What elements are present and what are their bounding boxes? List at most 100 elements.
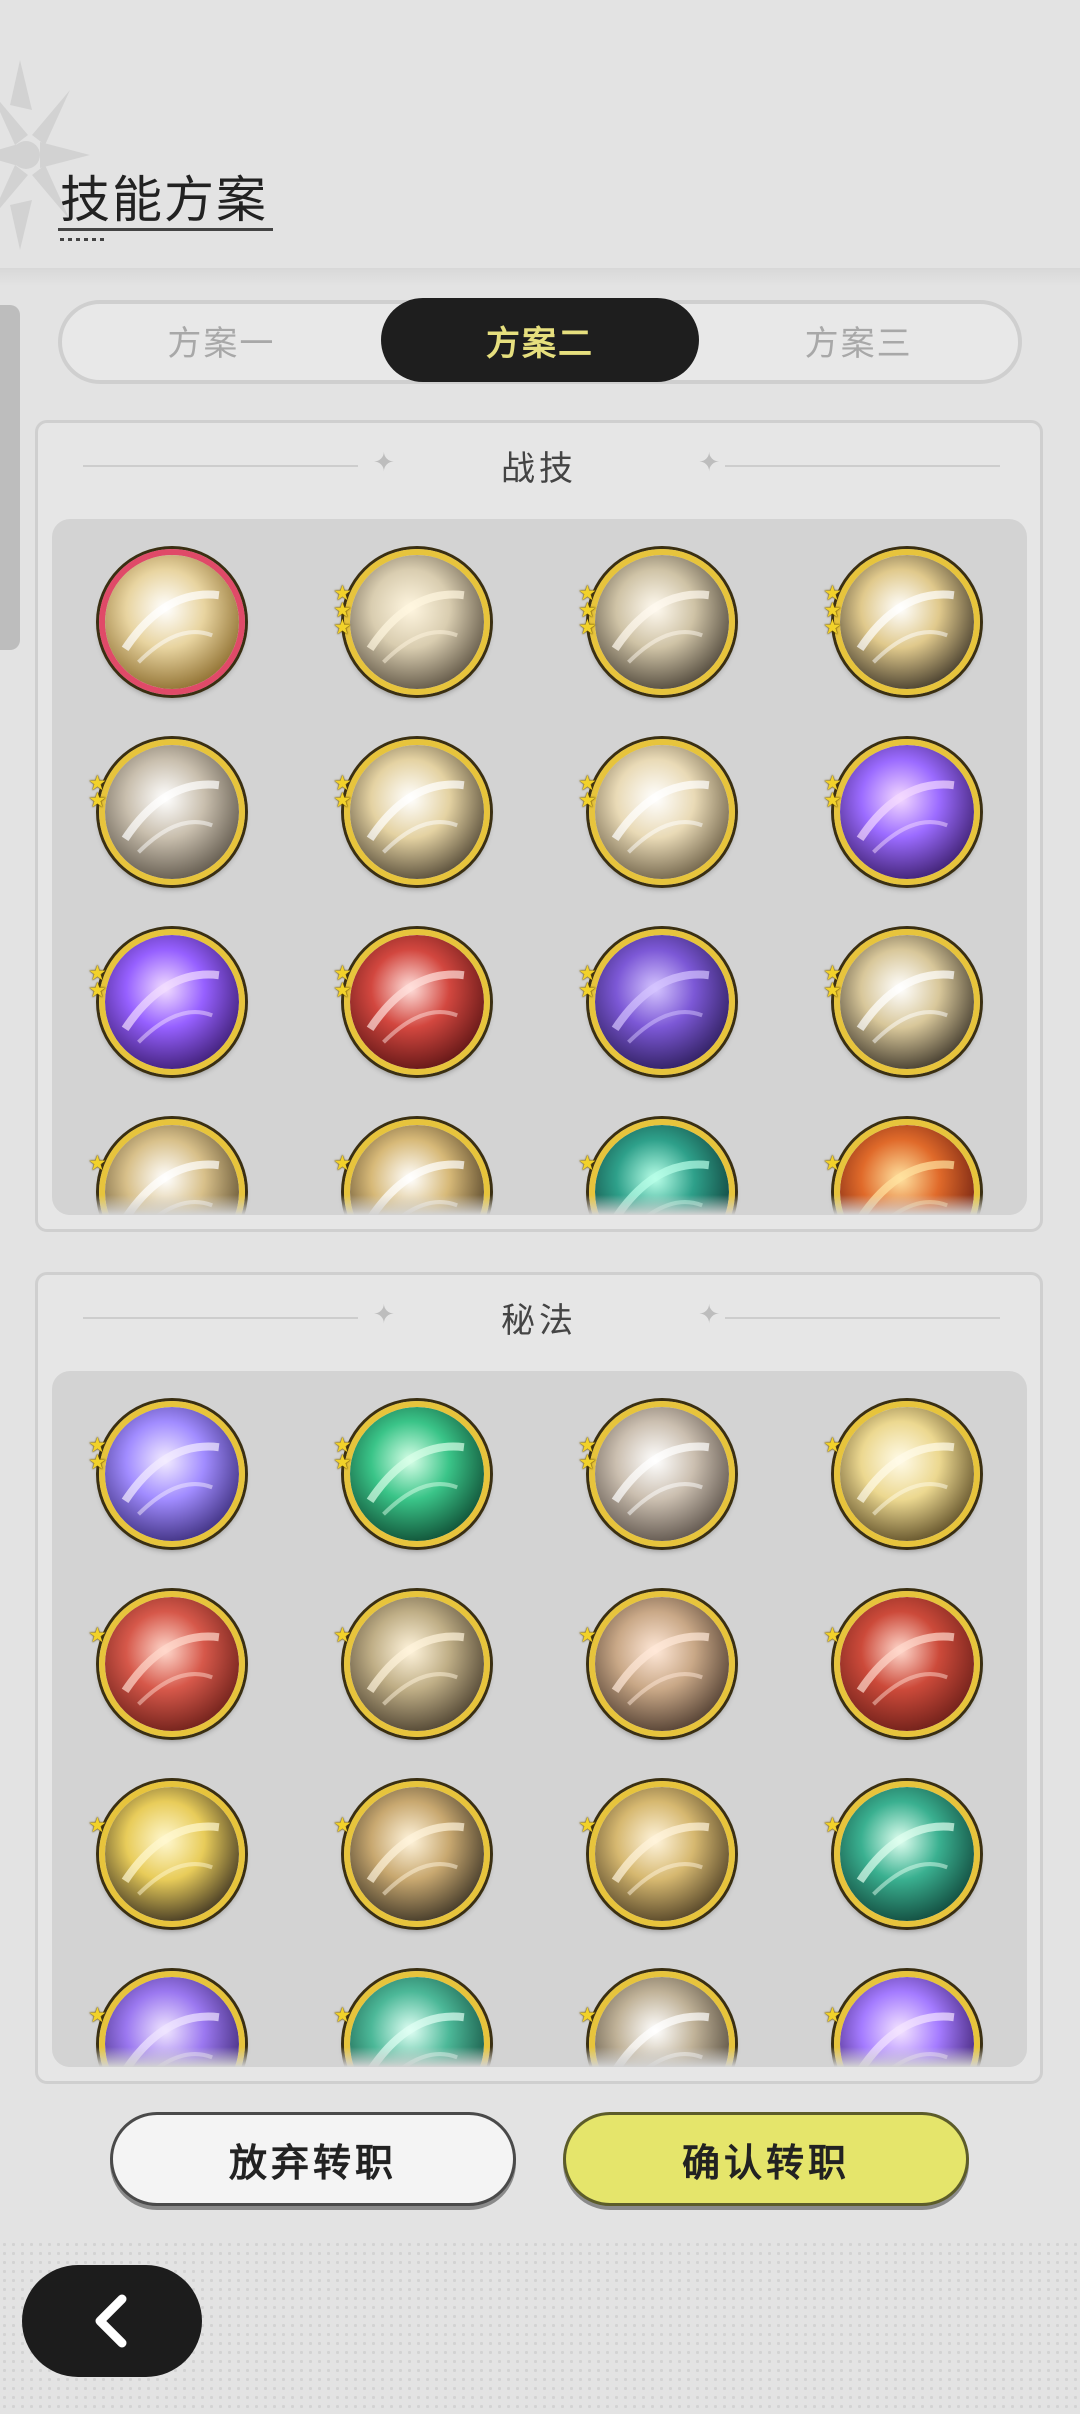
combat-skill-slot[interactable]: ★ ★ xyxy=(297,739,542,929)
star-rank-icon: ★ xyxy=(88,1623,107,1647)
secret-art-slot[interactable]: ★ ★ xyxy=(52,1401,297,1591)
plan-tab-bar: 方案一 方案二 方案三 xyxy=(58,298,1022,384)
secret-art-slot[interactable]: ★ ★ xyxy=(297,1401,542,1591)
star-rank-icon: ★ ★ xyxy=(578,961,597,1002)
star-rank-icon: ★ ★ xyxy=(578,771,597,812)
page-title: 技能方案 xyxy=(60,171,268,229)
title-dots xyxy=(60,238,106,241)
star-rank-icon: ★ ★ ★ xyxy=(578,581,597,639)
back-button[interactable] xyxy=(22,2265,202,2377)
combat-skill-slot[interactable]: ★ ★ xyxy=(297,929,542,1119)
combat-skill-slot[interactable]: ★ ★ xyxy=(787,929,1027,1119)
panel-title: 秘法 xyxy=(501,1300,577,1341)
star-rank-icon: ★ xyxy=(88,1813,107,1837)
secret-art-slot[interactable]: ★ xyxy=(787,1781,1027,1971)
star-rank-icon: ★ xyxy=(88,2003,107,2027)
afterimage-dash-skill-icon xyxy=(99,739,245,885)
shadow-claw-skill-icon xyxy=(589,929,735,1075)
all-seeing-eye-icon xyxy=(834,1401,980,1547)
combat-skill-slot[interactable]: ★ ★ xyxy=(52,739,297,929)
star-rank-icon: ★ ★ ★ xyxy=(823,581,842,639)
star-rank-icon: ★ xyxy=(823,1813,842,1837)
star-rank-icon: ★ ★ xyxy=(823,961,842,1002)
green-heart-icon xyxy=(834,1781,980,1927)
side-drawer-handle[interactable] xyxy=(0,305,20,650)
skill-scroll-area[interactable]: ★ ★ ★ ★ ★ ★ ★ ★ ★ ★ ★ ★ ★ ★ ★ ★ ★ ★ ★ ★ … xyxy=(52,519,1027,1215)
sparkle-icon: ✦ xyxy=(698,448,720,478)
star-rank-icon: ★ ★ xyxy=(333,1433,352,1474)
secret-arts-panel: ✦ 秘法 ✦ ★ ★ ★ ★ ★ ★ ★ ★ ★ ★ ★ ★ ★ ★ ★ ★ ★… xyxy=(35,1272,1043,2084)
sparkle-icon: ✦ xyxy=(373,448,395,478)
wind-slash-skill-icon xyxy=(344,549,490,695)
divider-line xyxy=(83,1317,358,1319)
secret-art-slot[interactable]: ★ xyxy=(542,1591,787,1781)
star-rank-icon: ★ ★ xyxy=(88,961,107,1002)
star-rank-icon: ★ xyxy=(823,1151,842,1175)
star-rank-icon: ★ xyxy=(333,1151,352,1175)
secret-art-slot[interactable]: ★ xyxy=(542,1781,787,1971)
combat-skill-slot[interactable]: ★ ★ ★ xyxy=(787,549,1027,739)
skill-grid: ★ ★ ★ ★ ★ ★ ★ ★ ★ ★ ★ ★ ★ ★ ★ ★ ★ ★ ★ ★ … xyxy=(52,519,1027,1215)
whirlwind-skill-icon xyxy=(589,739,735,885)
divider-line xyxy=(83,465,358,467)
secret-art-slot[interactable]: ★ xyxy=(52,1781,297,1971)
blade-strike-skill-icon xyxy=(834,549,980,695)
star-rank-icon: ★ ★ xyxy=(88,1433,107,1474)
star-rank-icon: ★ xyxy=(823,1433,842,1457)
panel-header: ✦ 战技 ✦ xyxy=(38,423,1040,507)
star-rank-icon: ★ ★ xyxy=(578,1433,597,1474)
golden-swirl-skill-icon xyxy=(99,549,245,695)
purple-heart-skill-icon xyxy=(99,929,245,1075)
star-rank-icon: ★ xyxy=(578,1623,597,1647)
dragon-relic-icon xyxy=(344,1591,490,1737)
star-rank-icon: ★ xyxy=(333,1813,352,1837)
divider-line xyxy=(725,1317,1000,1319)
red-rally-skill-icon xyxy=(344,929,490,1075)
skill-scroll-area[interactable]: ★ ★ ★ ★ ★ ★ ★ ★ ★ ★ ★ ★ ★ ★ ★ ★ ★ ★ ★ xyxy=(52,1371,1027,2067)
star-rank-icon: ★ ★ xyxy=(333,771,352,812)
light-pillars-skill-icon xyxy=(589,549,735,695)
title-underline xyxy=(58,228,273,231)
tab-plan-two[interactable]: 方案二 xyxy=(380,298,700,382)
star-rank-icon: ★ xyxy=(333,2003,352,2027)
star-rank-icon: ★ xyxy=(823,1623,842,1647)
confirm-job-change-button[interactable]: 确认转职 xyxy=(563,2112,969,2206)
star-rank-icon: ★ xyxy=(578,2003,597,2027)
scroll-fade xyxy=(52,1195,1027,1215)
star-rank-icon: ★ ★ xyxy=(333,961,352,1002)
tab-plan-one[interactable]: 方案一 xyxy=(62,298,381,382)
secret-art-slot[interactable]: ★ xyxy=(297,1781,542,1971)
sword-upgrade-icon xyxy=(589,1401,735,1547)
secret-art-slot[interactable]: ★ xyxy=(787,1591,1027,1781)
heart-shield-icon xyxy=(589,1591,735,1737)
secret-art-slot[interactable]: ★ xyxy=(297,1591,542,1781)
sparkle-icon: ✦ xyxy=(698,1300,720,1330)
combat-skill-slot[interactable]: ★ ★ ★ xyxy=(542,549,787,739)
combat-skill-slot[interactable]: ★ ★ xyxy=(542,739,787,929)
star-rank-icon: ★ ★ xyxy=(823,771,842,812)
secret-art-slot[interactable]: ★ xyxy=(787,1401,1027,1591)
scroll-fade xyxy=(52,2047,1027,2067)
star-rank-icon: ★ xyxy=(333,1623,352,1647)
panel-header: ✦ 秘法 ✦ xyxy=(38,1275,1040,1359)
panel-title: 战技 xyxy=(501,448,577,489)
star-rank-icon: ★ xyxy=(578,1151,597,1175)
chevron-left-icon xyxy=(95,2294,127,2348)
combat-skill-slot[interactable]: ★ ★ ★ xyxy=(297,549,542,739)
secret-art-slot[interactable]: ★ ★ xyxy=(542,1401,787,1591)
star-rank-icon: ★ xyxy=(88,1151,107,1175)
combat-skill-slot[interactable]: ★ ★ xyxy=(52,929,297,1119)
combat-skill-slot[interactable]: ★ ★ xyxy=(542,929,787,1119)
golden-armor-icon xyxy=(589,1781,735,1927)
abandon-job-change-button[interactable]: 放弃转职 xyxy=(110,2112,516,2206)
golden-aura-icon xyxy=(99,1781,245,1927)
red-scroll-icon xyxy=(834,1591,980,1737)
tab-plan-three[interactable]: 方案三 xyxy=(699,298,1018,382)
sparkle-icon: ✦ xyxy=(373,1300,395,1330)
divider-line xyxy=(725,465,1000,467)
combat-skill-slot[interactable] xyxy=(52,549,297,739)
star-rank-icon: ★ ★ xyxy=(88,771,107,812)
combat-skill-slot[interactable]: ★ ★ xyxy=(787,739,1027,929)
secret-art-slot[interactable]: ★ xyxy=(52,1591,297,1781)
star-rank-icon: ★ xyxy=(823,2003,842,2027)
